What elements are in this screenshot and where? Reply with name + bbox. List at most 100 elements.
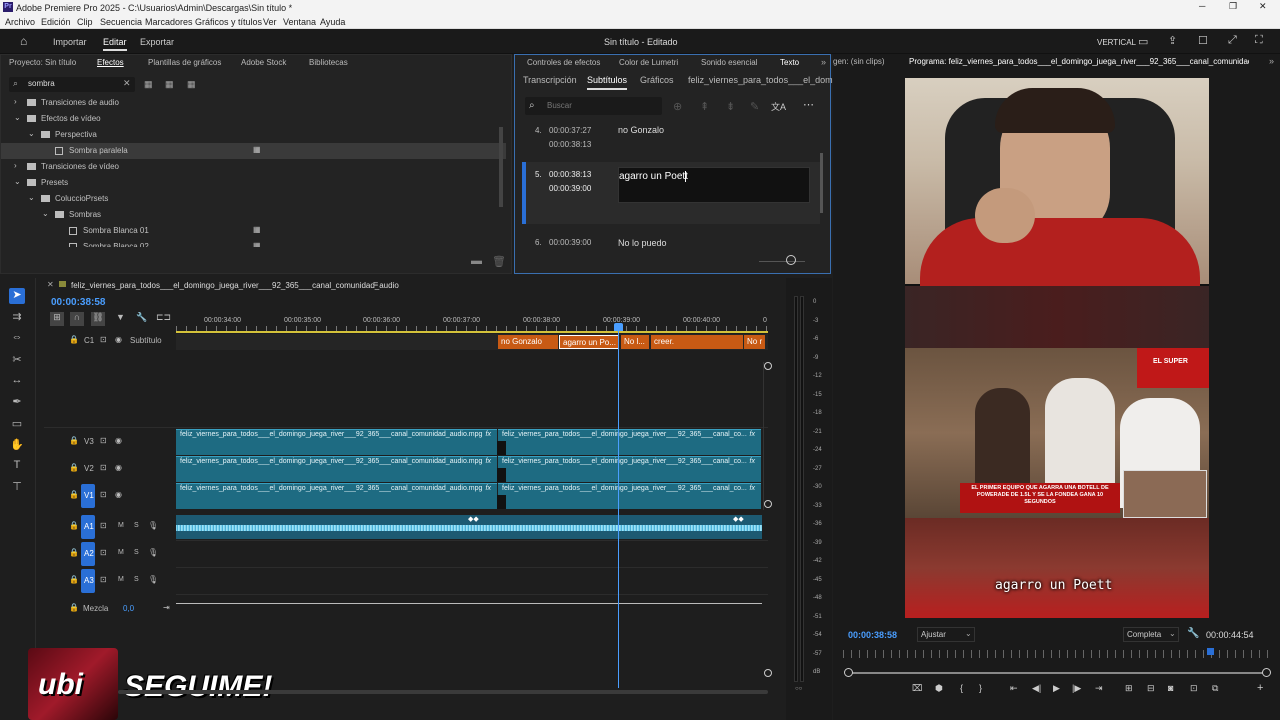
tree-item[interactable]: ⌄ ColuccioPrsets xyxy=(1,191,506,207)
eye-icon[interactable]: ◉ xyxy=(115,463,122,472)
toggle-sync-icon[interactable]: ⊡ xyxy=(100,490,107,499)
more-options-icon[interactable]: ⋯ xyxy=(803,98,814,111)
playhead-marker-icon[interactable] xyxy=(1207,648,1214,655)
go-to-end-icon[interactable]: ⇥ xyxy=(163,603,170,612)
lock-icon[interactable]: 🔒 xyxy=(69,603,79,612)
video-clip[interactable]: feliz_viernes_para_todos___el_domingo_ju… xyxy=(498,429,761,455)
eye-icon[interactable]: ◉ xyxy=(115,436,122,445)
tab-sonido-esencial[interactable]: Sonido esencial xyxy=(701,58,757,67)
chevron-icon[interactable]: ⌄ xyxy=(42,209,49,218)
panel-overflow-icon[interactable]: » xyxy=(821,57,826,67)
add-button-icon[interactable]: + xyxy=(1257,682,1263,694)
menu-graficos[interactable]: Gráficos y títulos xyxy=(195,17,262,27)
mark-out-icon[interactable]: } xyxy=(979,683,982,693)
edit-icon[interactable]: ✎ xyxy=(750,100,759,113)
tab-graficos[interactable]: Gráficos xyxy=(640,75,674,85)
tab-importar[interactable]: Importar xyxy=(53,37,87,47)
quality-dropdown[interactable]: Completa ⌄ xyxy=(1123,627,1179,642)
chevron-icon[interactable]: ⌄ xyxy=(14,177,21,186)
tab-adobe-stock[interactable]: Adobe Stock xyxy=(241,58,286,67)
share-icon[interactable]: ☐ xyxy=(1198,34,1208,47)
lock-icon[interactable]: 🔒 xyxy=(69,521,79,530)
workspace-layout-label[interactable]: VERTICAL xyxy=(1097,38,1136,47)
add-marker-icon[interactable]: ▼ xyxy=(116,312,125,322)
home-icon[interactable]: ⌂ xyxy=(20,34,27,48)
fullscreen-icon[interactable]: ⤢ xyxy=(1228,34,1237,47)
menu-clip[interactable]: Clip xyxy=(77,17,93,27)
fit-dropdown[interactable]: Ajustar ⌄ xyxy=(917,627,975,642)
microphone-icon[interactable]: 🎙 xyxy=(148,548,158,557)
lock-icon[interactable]: 🔒 xyxy=(69,548,79,557)
video-clip[interactable]: feliz_viernes_para_todos___el_domingo_ju… xyxy=(498,483,761,509)
toggle-sync-icon[interactable]: ⊡ xyxy=(100,436,107,445)
video-track-header[interactable]: 🔒 V2 ⊡ ◉ xyxy=(44,456,176,482)
zoom-slider-handle[interactable] xyxy=(786,255,796,265)
lock-icon[interactable]: 🔒 xyxy=(69,490,79,499)
solo-button[interactable]: ○○ xyxy=(795,686,802,692)
ripple-edit-icon[interactable]: ⇔ xyxy=(9,331,25,347)
solo-button[interactable]: S xyxy=(134,522,139,529)
merge-up-icon[interactable]: ⇞ xyxy=(700,100,709,113)
settings-wrench-icon[interactable]: 🔧 xyxy=(136,312,147,323)
tab-editar[interactable]: Editar xyxy=(103,37,127,51)
solo-button[interactable]: S xyxy=(134,576,139,583)
solo-button[interactable]: S xyxy=(134,549,139,556)
tab-exportar[interactable]: Exportar xyxy=(140,37,174,47)
tree-item[interactable]: › Transiciones de vídeo xyxy=(1,159,506,175)
delete-icon[interactable]: 🗑 xyxy=(492,255,506,268)
subtitle-clip[interactable]: no Gonzalo xyxy=(498,335,558,349)
tab-sequence[interactable]: feliz_viernes_para_todos___el_domingo_ju… xyxy=(71,281,399,290)
toggle-sync-icon[interactable]: ⊡ xyxy=(100,521,107,530)
toggle-sync-icon[interactable]: ⊡ xyxy=(100,575,107,584)
selection-tool-icon[interactable]: ➤ xyxy=(9,288,25,304)
tab-controles-efectos[interactable]: Controles de efectos xyxy=(527,58,600,67)
menu-ver[interactable]: Ver xyxy=(263,17,277,27)
add-marker-icon[interactable]: ⬢ xyxy=(935,683,943,694)
captions-search-box[interactable]: ⌕ Buscar xyxy=(525,97,662,115)
toggle-output-icon[interactable]: ⊡ xyxy=(100,335,107,344)
menu-ayuda[interactable]: Ayuda xyxy=(320,17,345,27)
chevron-icon[interactable]: ⌄ xyxy=(28,129,35,138)
scroll-handle-bottom[interactable] xyxy=(764,669,772,677)
close-sequence-icon[interactable]: ✕ xyxy=(47,280,54,289)
yuv-effects-icon[interactable]: ▦ xyxy=(187,79,196,90)
captions-tool-icon[interactable]: ⊤ xyxy=(9,480,25,496)
tree-item[interactable]: ⌄ Perspectiva xyxy=(1,127,506,143)
track-select-icon[interactable]: ⇉ xyxy=(9,310,25,326)
zoom-slider[interactable] xyxy=(759,261,805,262)
minimize-icon[interactable]: ─ xyxy=(1199,1,1205,11)
chevron-icon[interactable]: ⌄ xyxy=(28,193,35,202)
merge-down-icon[interactable]: ⇟ xyxy=(726,100,735,113)
tab-program[interactable]: Programa: feliz_viernes_para_todos___el_… xyxy=(909,57,1249,66)
caption-text[interactable]: agarro un Poett xyxy=(619,171,688,182)
tree-item[interactable]: Sombra Blanca 01 ▦ xyxy=(1,223,506,239)
video-frame[interactable]: EL SUPER EL PRIMER EQUIPO QUE AGARRA UNA… xyxy=(905,78,1209,618)
go-to-in-icon[interactable]: ⇤ xyxy=(1010,683,1018,694)
subtitle-clip[interactable]: No r xyxy=(744,335,765,349)
vr-icon[interactable]: ⧉ xyxy=(1212,683,1218,694)
expand-icon[interactable]: ⛶ xyxy=(1255,34,1263,47)
tab-lumetri[interactable]: Color de Lumetri xyxy=(619,58,678,67)
sequence-menu-icon[interactable]: ≡ xyxy=(373,279,378,289)
audio-track-header[interactable]: 🔒 A3 ⊡ M S 🎙 xyxy=(44,568,176,594)
caption-text[interactable]: no Gonzalo xyxy=(618,125,664,135)
caption-text-editor[interactable]: agarro un Poett xyxy=(618,167,810,203)
transition-marker[interactable] xyxy=(497,441,506,455)
audio-track-header[interactable]: 🔒 A1 ⊡ M S 🎙 xyxy=(44,514,176,540)
playhead-handle[interactable] xyxy=(614,323,623,331)
subtitle-clip-selected[interactable]: agarro un Po... xyxy=(559,335,619,349)
tab-source[interactable]: gen: (sin clips) xyxy=(833,57,885,66)
chevron-icon[interactable]: › xyxy=(14,97,17,106)
translate-icon[interactable]: 文A xyxy=(771,100,786,113)
audio-track-header[interactable]: 🔒 A2 ⊡ M S 🎙 xyxy=(44,541,176,567)
chevron-icon[interactable]: › xyxy=(14,161,17,170)
caption-row-4[interactable]: 4. 00:00:37:27 00:00:38:13 no Gonzalo xyxy=(522,120,820,154)
video-clip[interactable]: feliz_viernes_para_todos___el_domingo_ju… xyxy=(176,429,497,455)
zoom-handle-left[interactable] xyxy=(844,668,853,677)
caption-text[interactable]: No lo puedo xyxy=(618,238,667,248)
timeline-hscroll[interactable] xyxy=(118,690,768,694)
snap-icon[interactable]: ∩ xyxy=(70,312,84,326)
step-forward-icon[interactable]: |▶ xyxy=(1072,683,1081,694)
mix-track-header[interactable]: 🔒 Mezcla 0,0 ⇥ xyxy=(44,602,176,616)
transition-marker[interactable] xyxy=(497,468,506,482)
